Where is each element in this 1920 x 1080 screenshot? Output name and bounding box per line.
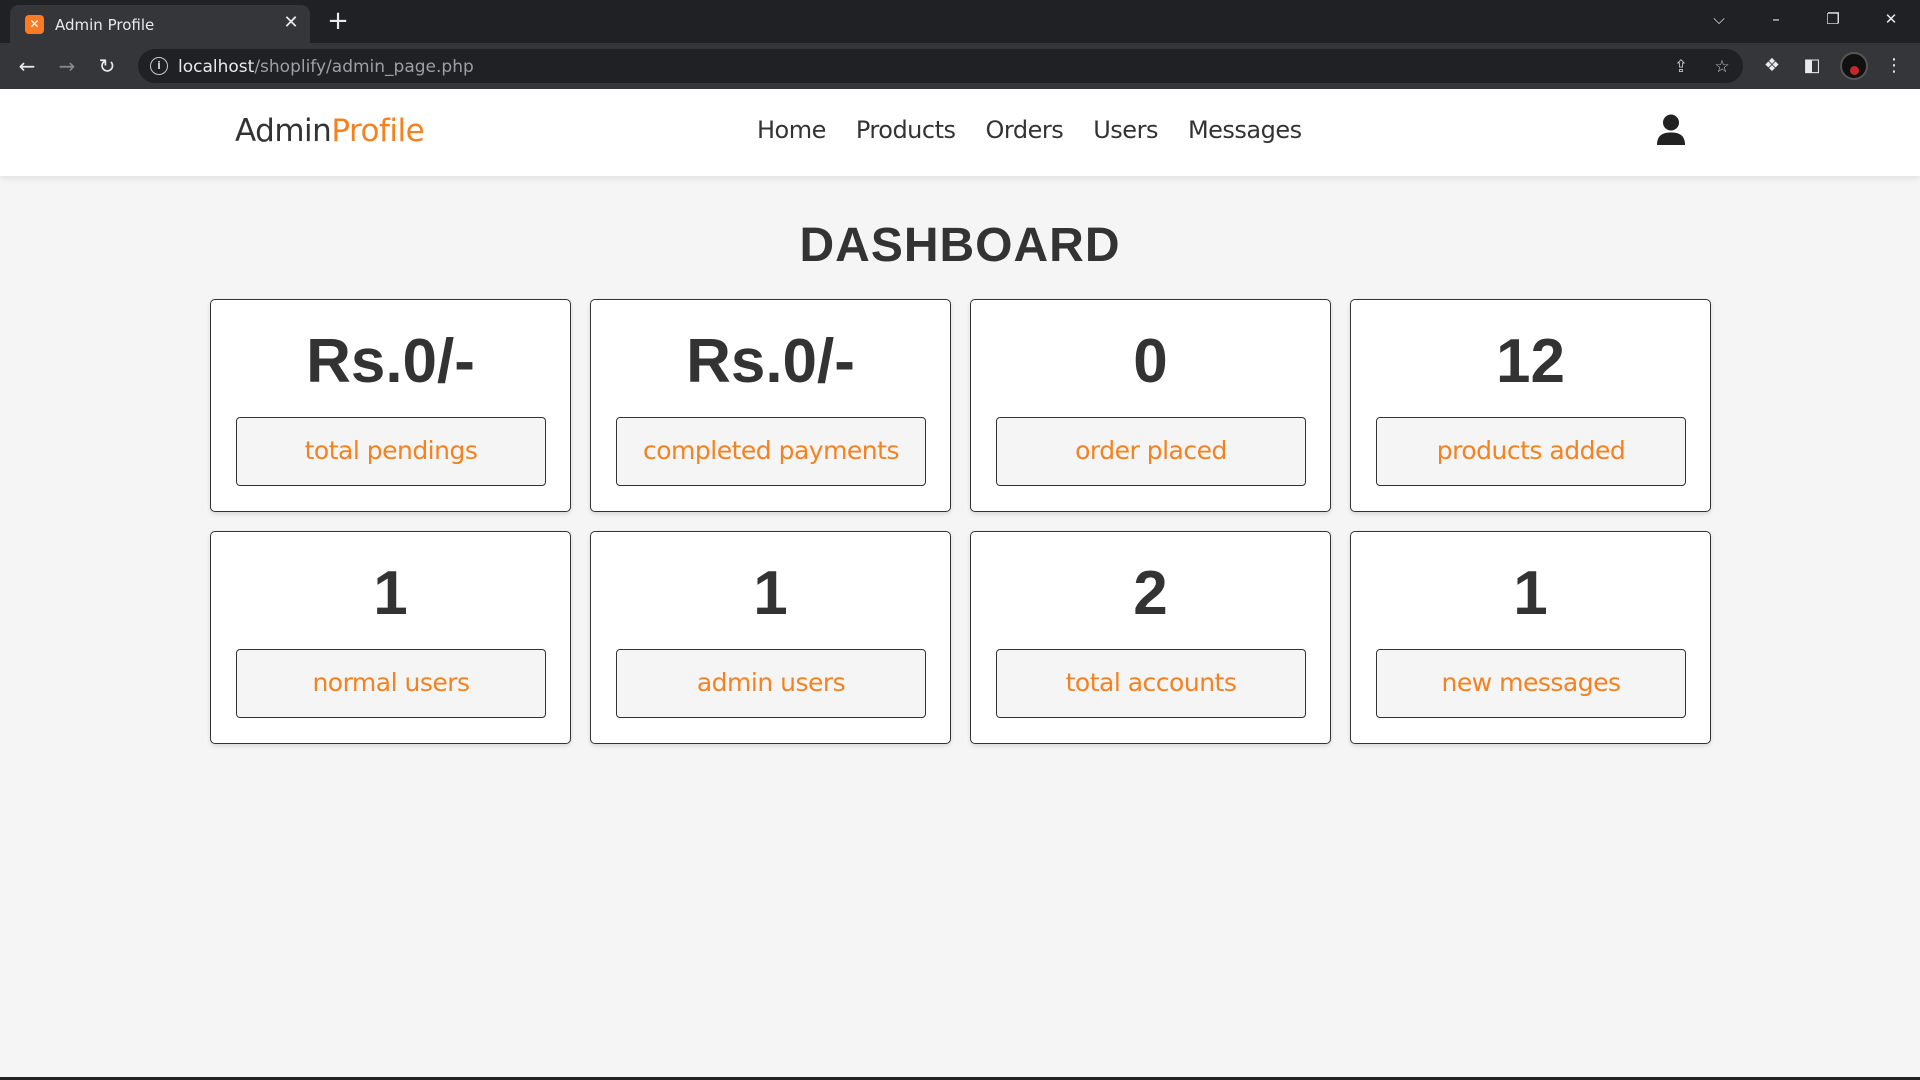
address-bar[interactable]: i localhost/shoplify/admin_page.php ⇪ ☆ bbox=[138, 49, 1743, 83]
stat-card-total-pendings: Rs.0/- total pendings bbox=[210, 299, 571, 512]
stat-card-completed-payments: Rs.0/- completed payments bbox=[590, 299, 951, 512]
forward-icon[interactable]: → bbox=[53, 52, 81, 80]
url-text[interactable]: localhost/shoplify/admin_page.php bbox=[178, 57, 474, 77]
profile-avatar[interactable] bbox=[1840, 52, 1868, 80]
stat-label-button[interactable]: order placed bbox=[996, 417, 1306, 486]
stat-value: 0 bbox=[1133, 327, 1168, 396]
reload-icon[interactable]: ↻ bbox=[93, 52, 121, 80]
page-header: AdminProfile Home Products Orders Users … bbox=[0, 89, 1920, 176]
tab-title: Admin Profile bbox=[55, 16, 155, 34]
stat-value: 1 bbox=[1513, 559, 1548, 628]
more-menu-icon[interactable]: ⋮ bbox=[1882, 54, 1906, 78]
site-info-icon[interactable]: i bbox=[150, 57, 168, 75]
logo-main: Admin bbox=[235, 113, 332, 149]
stat-value: 2 bbox=[1133, 559, 1168, 628]
tab-search-icon[interactable]: ⌵ bbox=[1704, 6, 1734, 32]
stat-card-new-messages: 1 new messages bbox=[1350, 531, 1711, 744]
close-tab-icon[interactable]: ✕ bbox=[280, 12, 302, 34]
nav-users[interactable]: Users bbox=[1093, 116, 1158, 144]
browser-tab[interactable]: ✕ Admin Profile ✕ bbox=[10, 5, 310, 43]
stat-value: Rs.0/- bbox=[306, 327, 475, 396]
stat-card-total-accounts: 2 total accounts bbox=[970, 531, 1331, 744]
stat-value: 12 bbox=[1496, 327, 1565, 396]
nav-products[interactable]: Products bbox=[856, 116, 956, 144]
minimize-icon[interactable]: – bbox=[1761, 6, 1791, 32]
stat-value: Rs.0/- bbox=[686, 327, 855, 396]
close-window-icon[interactable]: ✕ bbox=[1876, 6, 1906, 32]
stat-card-products-added: 12 products added bbox=[1350, 299, 1711, 512]
stat-value: 1 bbox=[753, 559, 788, 628]
browser-toolbar: ← → ↻ i localhost/shoplify/admin_page.ph… bbox=[0, 43, 1920, 89]
share-icon[interactable]: ⇪ bbox=[1669, 55, 1693, 79]
url-path: /shoplify/admin_page.php bbox=[254, 57, 474, 77]
restore-icon[interactable]: ❐ bbox=[1818, 6, 1848, 32]
main-nav: Home Products Orders Users Messages bbox=[757, 116, 1302, 144]
extensions-icon[interactable]: ❖ bbox=[1760, 54, 1784, 78]
dashboard-title: DASHBOARD bbox=[799, 219, 1121, 272]
bookmark-star-icon[interactable]: ☆ bbox=[1710, 55, 1734, 79]
stat-label-button[interactable]: normal users bbox=[236, 649, 546, 718]
nav-orders[interactable]: Orders bbox=[986, 116, 1064, 144]
side-panel-icon[interactable]: ◧ bbox=[1800, 54, 1824, 78]
stat-label-button[interactable]: admin users bbox=[616, 649, 926, 718]
url-host: localhost bbox=[178, 57, 255, 77]
stat-label-button[interactable]: products added bbox=[1376, 417, 1686, 486]
back-icon[interactable]: ← bbox=[13, 52, 41, 80]
logo-accent: Profile bbox=[331, 113, 425, 149]
browser-tabstrip: ✕ Admin Profile ✕ + ⌵ – ❐ ✕ bbox=[0, 0, 1920, 43]
new-tab-icon[interactable]: + bbox=[324, 7, 352, 35]
dashboard-grid: Rs.0/- total pendings Rs.0/- completed p… bbox=[210, 299, 1711, 744]
stat-card-order-placed: 0 order placed bbox=[970, 299, 1331, 512]
nav-home[interactable]: Home bbox=[757, 116, 826, 144]
stat-card-admin-users: 1 admin users bbox=[590, 531, 951, 744]
stat-label-button[interactable]: completed payments bbox=[616, 417, 926, 486]
nav-messages[interactable]: Messages bbox=[1188, 116, 1302, 144]
stat-card-normal-users: 1 normal users bbox=[210, 531, 571, 744]
logo[interactable]: AdminProfile bbox=[235, 113, 425, 149]
stat-label-button[interactable]: total accounts bbox=[996, 649, 1306, 718]
user-icon[interactable] bbox=[1656, 114, 1686, 146]
stat-label-button[interactable]: total pendings bbox=[236, 417, 546, 486]
stat-label-button[interactable]: new messages bbox=[1376, 649, 1686, 718]
xampp-icon: ✕ bbox=[25, 15, 44, 34]
stat-value: 1 bbox=[373, 559, 408, 628]
